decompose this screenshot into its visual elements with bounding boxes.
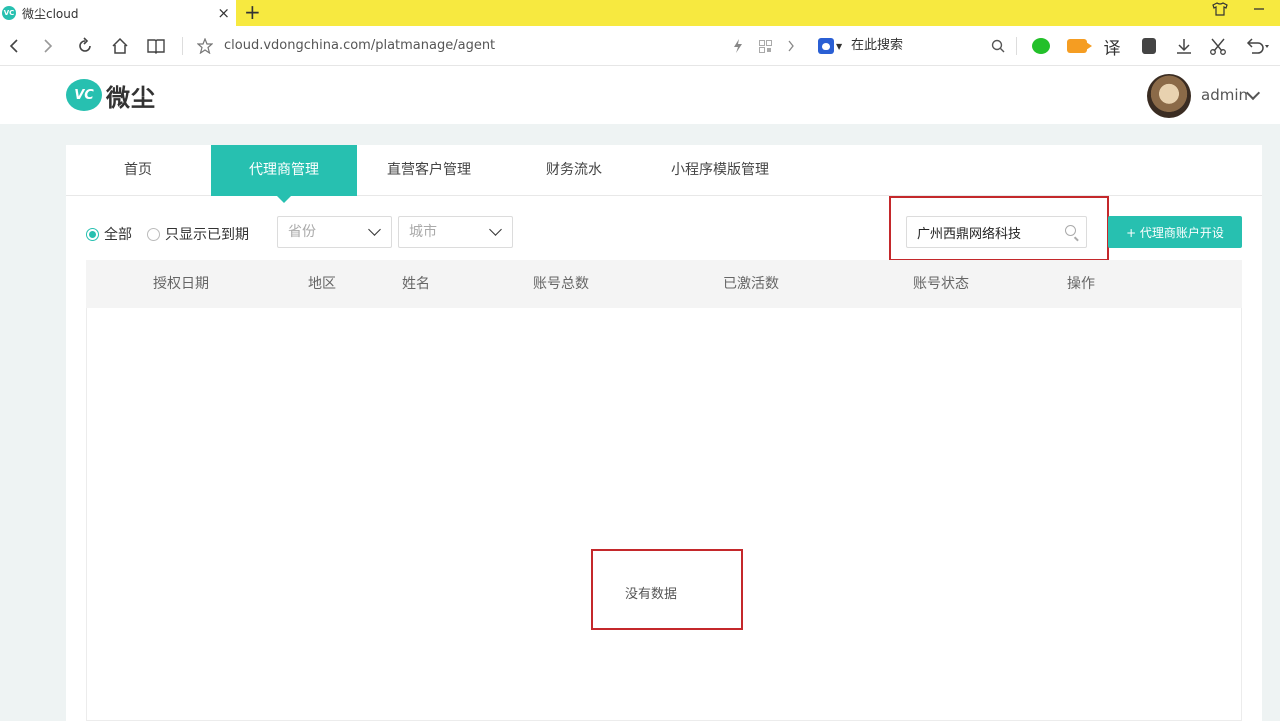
radio-expired-only[interactable]: 只显示已到期: [147, 224, 249, 244]
app-header: VC 微尘 admin: [0, 66, 1280, 124]
tab-direct-customer-management[interactable]: 直营客户管理: [374, 145, 484, 196]
toolbar-divider: [182, 37, 183, 55]
logo-text: 微尘: [106, 83, 156, 112]
video-icon[interactable]: [1064, 26, 1092, 66]
new-tab-button[interactable]: +: [244, 0, 261, 24]
star-icon[interactable]: [194, 26, 216, 66]
tab-title: 微尘cloud: [22, 6, 79, 21]
column-actions: 操作: [1067, 276, 1095, 292]
baidu-paw-icon: [818, 38, 834, 54]
lightning-icon[interactable]: [730, 26, 746, 66]
column-auth-date: 授权日期: [153, 276, 209, 292]
radio-all[interactable]: 全部: [86, 224, 132, 244]
column-account-total: 账号总数: [533, 276, 589, 292]
download-icon[interactable]: [1172, 26, 1196, 66]
scissors-icon[interactable]: [1206, 26, 1230, 66]
translate-icon[interactable]: 译: [1100, 26, 1124, 66]
toolbar-divider: [1016, 37, 1017, 55]
chevron-down-icon[interactable]: [1245, 85, 1261, 101]
shirt-icon[interactable]: [1212, 2, 1228, 22]
radio-checked-icon: [86, 227, 99, 241]
browser-tab[interactable]: VC 微尘cloud ×: [0, 0, 236, 26]
chevron-down-icon: [489, 223, 502, 236]
add-agent-account-button[interactable]: + 代理商账户开设: [1108, 216, 1242, 248]
tab-agent-management[interactable]: 代理商管理: [211, 145, 357, 203]
city-placeholder: 城市: [409, 224, 437, 240]
chevron-right-icon[interactable]: [784, 26, 798, 66]
table-body: [86, 308, 1242, 721]
search-engine-selector[interactable]: ▼: [818, 36, 844, 56]
qr-icon[interactable]: [756, 26, 774, 66]
user-name[interactable]: admin: [1201, 66, 1248, 124]
column-account-status: 账号状态: [913, 276, 969, 292]
reload-icon[interactable]: [74, 26, 96, 66]
close-tab-icon[interactable]: ×: [217, 3, 230, 23]
radio-expired-label: 只显示已到期: [165, 227, 249, 243]
logo-mark-icon: VC: [66, 79, 102, 111]
column-region: 地区: [308, 276, 336, 292]
caret-down-icon: ▼: [836, 41, 843, 51]
radio-all-label: 全部: [104, 227, 132, 243]
forward-icon[interactable]: [38, 26, 58, 66]
browser-toolbar: cloud.vdongchina.com/platmanage/agent ▼ …: [0, 26, 1280, 66]
chevron-down-icon: [368, 223, 381, 236]
favicon-icon: VC: [2, 6, 16, 20]
table-header: 授权日期 地区 姓名 账号总数 已激活数 账号状态 操作: [86, 260, 1242, 308]
search-icon[interactable]: [988, 26, 1008, 66]
tab-finance-flow[interactable]: 财务流水: [532, 145, 616, 196]
minimize-icon[interactable]: [1252, 2, 1266, 22]
undo-icon[interactable]: [1242, 26, 1272, 66]
province-placeholder: 省份: [288, 224, 316, 240]
column-activated-count: 已激活数: [723, 276, 779, 292]
radio-unchecked-icon: [147, 227, 160, 241]
province-select[interactable]: 省份: [277, 216, 392, 248]
evernote-icon[interactable]: [1138, 26, 1160, 66]
annotation-highlight-empty: [591, 549, 743, 630]
main-nav: 首页 代理商管理 直营客户管理 财务流水 小程序模版管理: [66, 145, 1262, 203]
reader-icon[interactable]: [144, 26, 168, 66]
browser-search-input[interactable]: 在此搜索: [851, 26, 903, 66]
address-bar[interactable]: cloud.vdongchina.com/platmanage/agent: [224, 26, 495, 66]
tab-home[interactable]: 首页: [100, 145, 176, 196]
back-icon[interactable]: [4, 26, 24, 66]
logo[interactable]: VC 微尘: [66, 78, 156, 112]
main-card: 首页 代理商管理 直营客户管理 财务流水 小程序模版管理 全部 只显示已到期 省…: [66, 145, 1262, 721]
avatar[interactable]: [1147, 74, 1191, 118]
wechat-icon[interactable]: [1030, 26, 1052, 66]
city-select[interactable]: 城市: [398, 216, 513, 248]
annotation-highlight-search: [889, 196, 1109, 261]
browser-tabbar: VC 微尘cloud × +: [0, 0, 1280, 26]
home-icon[interactable]: [108, 26, 132, 66]
column-name: 姓名: [402, 276, 430, 292]
tab-miniprogram-templates[interactable]: 小程序模版管理: [658, 145, 782, 196]
